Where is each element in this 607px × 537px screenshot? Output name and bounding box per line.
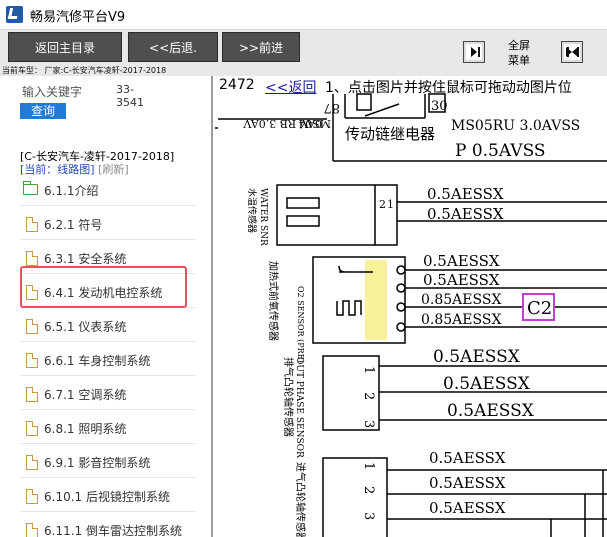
in-phase-cn: 进气凸轮轴传感器 xyxy=(294,462,307,537)
document-icon xyxy=(26,387,38,402)
in-pin-1: 1 xyxy=(361,462,376,470)
wire-in-1: 0.5AESSX xyxy=(429,449,506,467)
document-icon xyxy=(26,523,38,537)
tree-item-instrument[interactable]: 6.5.1 仪表系统 xyxy=(20,308,196,342)
wire-water-1: 0.5AESSX xyxy=(427,185,504,203)
tree-item-label: 6.9.1 影音控制系统 xyxy=(44,456,151,470)
forward-button[interactable]: >>前进 xyxy=(222,32,300,62)
folder-icon xyxy=(23,181,38,195)
pin-30-label: 30 xyxy=(431,99,448,114)
document-icon xyxy=(26,251,38,266)
tree-item-label: 6.7.1 空调系统 xyxy=(44,388,127,402)
out-pin-3: 3 xyxy=(361,420,376,428)
collapse-panel-button[interactable] xyxy=(463,41,485,63)
tree-item-parking-radar[interactable]: 6.11.1 倒车雷达控制系统 xyxy=(20,512,196,537)
wiring-diagram[interactable]: 87 30 传动链继电器 0AV RB 3.0AV MS04 MS05RU 3.… xyxy=(215,76,607,537)
document-header: 2472 <<返回 1、点击图片并按住鼠标可拖动动图片位 xyxy=(215,77,607,97)
wire-out-3: 0.5AESSX xyxy=(447,401,535,421)
out-pin-1: 1 xyxy=(361,366,376,374)
keyword-label: 输入关键字 xyxy=(22,85,83,99)
document-icon xyxy=(26,421,38,436)
wire-water-2: 0.5AESSX xyxy=(427,205,504,223)
app-window: 畅易汽修平台V9 返回主目录 <<后退. >>前进 当前车型： 厂家:C-长安汽… xyxy=(0,0,607,537)
tree-item-symbols[interactable]: 6.2.1 符号 xyxy=(20,206,196,240)
tree-item-mirror-control[interactable]: 6.10.1 后视镜控制系统 xyxy=(20,478,196,512)
search-button[interactable]: 查询 xyxy=(20,103,66,119)
vehicle-info: 当前车型： 厂家:C-长安汽车凌轩-2017-2018 xyxy=(2,66,167,75)
wire-label-ms05: MS05RU 3.0AVSS xyxy=(451,118,580,134)
tree-item-air-conditioning[interactable]: 6.7.1 空调系统 xyxy=(20,376,196,410)
pin-87-label: 87 xyxy=(323,100,340,115)
pin-2-label: 2 xyxy=(379,198,386,211)
home-button[interactable]: 返回主目录 xyxy=(8,32,122,62)
wire-in-2: 0.5AESSX xyxy=(429,474,506,492)
pin-1-label: 1 xyxy=(387,198,394,211)
fullscreen-menu-label: 全屏 菜单 xyxy=(500,38,538,68)
relay-label: 传动链继电器 xyxy=(345,125,435,143)
connector-tag: C2 xyxy=(527,298,552,319)
tree-item-label: 6.8.1 照明系统 xyxy=(44,422,127,436)
o2-sensor-en: O2 SENSOR (PRE) xyxy=(296,286,305,363)
document-icon xyxy=(26,319,38,334)
in-pin-2: 2 xyxy=(361,486,376,494)
diagram-viewer[interactable]: 87 30 传动链继电器 0AV RB 3.0AV MS04 MS05RU 3.… xyxy=(215,76,607,537)
instruction-text: 1、点击图片并按住鼠标可拖动动图片位 xyxy=(325,80,572,96)
arrow-right-icon xyxy=(471,47,477,57)
o2-sensor-cn: 加热式前氧传感器 xyxy=(267,261,280,341)
tree-item-label: 6.5.1 仪表系统 xyxy=(44,320,127,334)
page-code: 2472 xyxy=(219,77,255,93)
wire-out-2: 0.5AESSX xyxy=(443,374,531,394)
wire-o2-1: 0.5AESSX xyxy=(423,252,500,270)
return-link[interactable]: <<返回 xyxy=(265,77,316,97)
out-phase-en: OUT PHASE SENSOR xyxy=(294,357,304,458)
wire-o2-2: 0.5AESSX xyxy=(423,271,500,289)
sidebar: 输入关键字 33-3541 查询 [C-长安汽车-凌轩-2017-2018] [… xyxy=(0,76,213,537)
tree-item-intro[interactable]: 6.1.1介绍 xyxy=(20,172,196,206)
toolbar: 返回主目录 <<后退. >>前进 当前车型： 厂家:C-长安汽车凌轩-2017-… xyxy=(0,30,607,76)
top-rot-text-2: MS04 xyxy=(298,117,331,130)
highlight-box xyxy=(20,266,187,308)
fullscreen-label-line1: 全屏 xyxy=(508,39,530,52)
back-button[interactable]: <<后退. xyxy=(128,32,218,62)
wire-in-3: 0.5AESSX xyxy=(429,499,506,517)
tree-item-audio-video[interactable]: 6.9.1 影音控制系统 xyxy=(20,444,196,478)
window-title: 畅易汽修平台V9 xyxy=(30,10,126,25)
tree-item-label: 6.3.1 安全系统 xyxy=(44,252,127,266)
tree-item-label: 6.6.1 车身控制系统 xyxy=(44,354,151,368)
title-bar: 畅易汽修平台V9 xyxy=(0,0,607,30)
water-sensor-en: WATER SNR xyxy=(258,188,268,246)
tree-item-lighting[interactable]: 6.8.1 照明系统 xyxy=(20,410,196,444)
document-icon xyxy=(26,353,38,368)
out-phase-cn: 排气凸轮轴传感器 xyxy=(282,357,295,437)
wire-label-p: P 0.5AVSS xyxy=(455,141,546,161)
wire-out-1: 0.5AESSX xyxy=(433,347,521,367)
out-pin-2: 2 xyxy=(361,392,376,400)
app-logo-icon xyxy=(6,6,23,23)
fullscreen-button[interactable] xyxy=(561,41,583,63)
water-sensor-cn: 水温传感器 xyxy=(246,188,258,233)
document-icon xyxy=(26,455,38,470)
wire-o2-3: 0.85AESSX xyxy=(421,292,501,308)
keyword-value[interactable]: 33-3541 xyxy=(116,83,156,109)
tree-item-body-control[interactable]: 6.6.1 车身控制系统 xyxy=(20,342,196,376)
fullscreen-label-line2: 菜单 xyxy=(508,54,530,67)
wire-o2-4: 0.85AESSX xyxy=(421,312,501,328)
tree-item-label: 6.11.1 倒车雷达控制系统 xyxy=(44,524,182,537)
in-pin-3: 3 xyxy=(361,512,376,520)
document-icon xyxy=(26,489,38,504)
tree-item-label: 6.2.1 符号 xyxy=(44,218,103,232)
tree-item-label: 6.1.1介绍 xyxy=(44,184,99,198)
tree-item-label: 6.10.1 后视镜控制系统 xyxy=(44,490,170,504)
document-icon xyxy=(26,217,38,232)
